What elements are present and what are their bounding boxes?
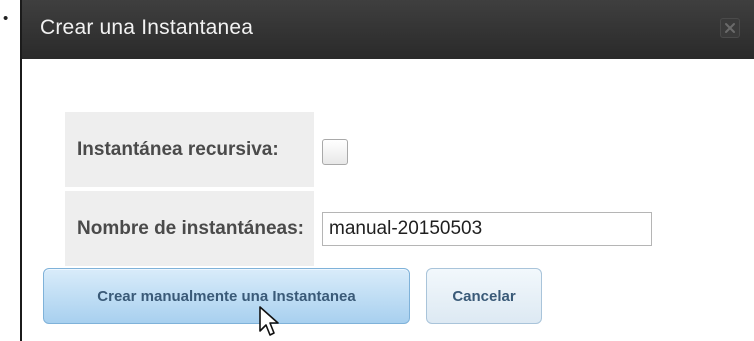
create-snapshot-button[interactable]: Crear manualmente una Instantanea	[43, 268, 410, 324]
dialog-title: Crear una Instantanea	[40, 16, 254, 39]
close-icon[interactable]	[720, 18, 740, 38]
recursive-checkbox[interactable]	[322, 138, 348, 165]
create-snapshot-dialog: Crear una Instantanea Instantánea recurs…	[20, 0, 754, 341]
snapshot-form: Instantánea recursiva: Nombre de instant…	[65, 108, 653, 270]
recursive-row: Instantánea recursiva:	[65, 112, 653, 187]
snapshot-name-label: Nombre de instantáneas:	[65, 191, 314, 266]
list-bullet: •	[3, 10, 9, 27]
mouse-pointer-icon	[259, 306, 279, 336]
snapshot-name-input[interactable]	[322, 211, 652, 246]
cancel-button[interactable]: Cancelar	[426, 268, 542, 324]
recursive-label: Instantánea recursiva:	[65, 112, 314, 187]
name-row: Nombre de instantáneas:	[65, 191, 653, 266]
dialog-titlebar: Crear una Instantanea	[22, 0, 754, 59]
